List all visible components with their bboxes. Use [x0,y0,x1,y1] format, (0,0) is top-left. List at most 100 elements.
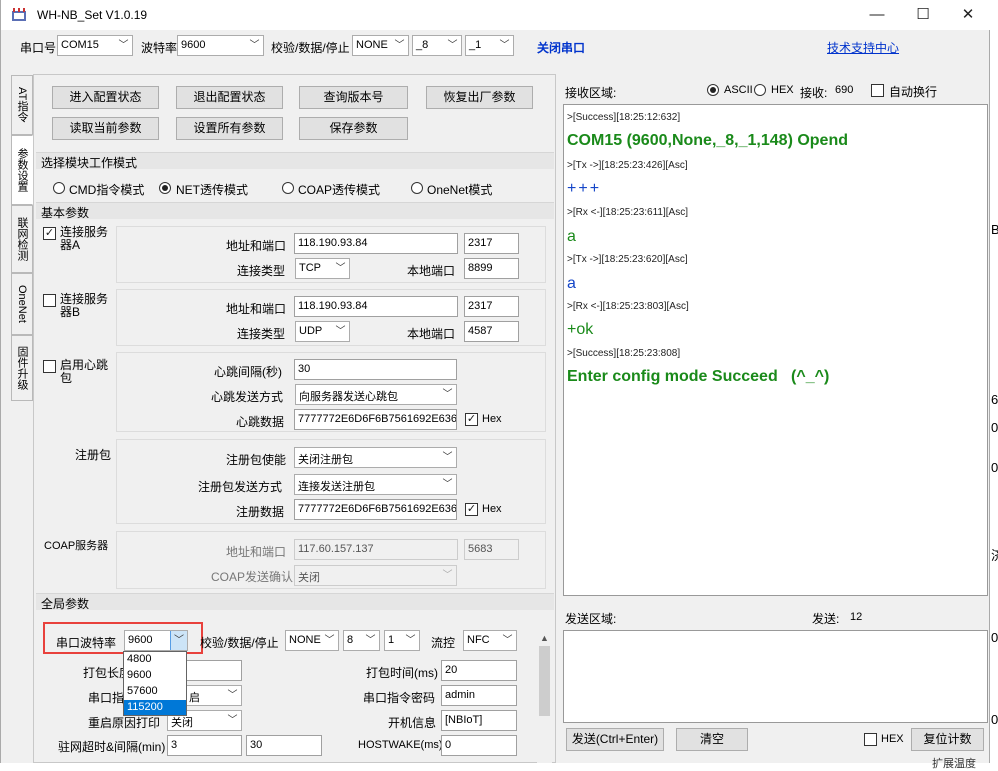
pack-time-input[interactable]: 20 [441,660,517,681]
background-strip [990,0,998,763]
exit-config-button[interactable]: 退出配置状态 [176,86,283,109]
chevron-down-icon: ﹀ [394,40,405,51]
server-a-type-select[interactable]: TCP ﹀ [295,258,350,279]
send-input-area[interactable] [563,630,988,723]
factory-reset-button[interactable]: 恢复出厂参数 [426,86,533,109]
send-hex-checkbox[interactable] [864,733,877,746]
scroll-thumb[interactable] [539,646,550,716]
global-stopbits-select[interactable]: 1 ﹀ [384,630,420,651]
register-method-select[interactable]: 连接发送注册包 ﹀ [294,474,457,495]
port-select[interactable]: COM15 ﹀ [57,35,133,56]
tab-at-command[interactable]: AT指令 [11,75,33,135]
server-b-addr-input[interactable]: 118.190.93.84 [294,296,458,317]
radio-ascii-label: ASCII [724,84,753,96]
timeout-input-1[interactable]: 3 [167,735,242,756]
hostwake-label: HOSTWAKE(ms) [358,739,443,751]
tab-network-check[interactable]: 联网检测 [11,205,33,273]
app-window: WH-NB_Set V1.0.19 — ☐ ✕ 串口号 COM15 ﹀ 波特率 … [0,0,991,763]
read-params-button[interactable]: 读取当前参数 [52,117,159,140]
set-all-params-button[interactable]: 设置所有参数 [176,117,283,140]
minimize-button[interactable]: — [854,0,900,30]
databits-value: _8 [416,39,429,51]
server-a-addr-input[interactable]: 118.190.93.84 [294,233,458,254]
heartbeat-interval-label: 心跳间隔(秒) [214,365,282,379]
chevron-down-icon: ﹀ [227,690,238,701]
register-enable-select[interactable]: 关闭注册包 ﹀ [294,447,457,468]
coap-port-input[interactable]: 5683 [464,539,519,560]
server-b-port-input[interactable]: 2317 [464,296,519,317]
coap-addr-input[interactable]: 117.60.157.137 [294,539,458,560]
heartbeat-method-select[interactable]: 向服务器发送心跳包 ﹀ [295,384,457,405]
server-b-type-label: 连接类型 [237,327,286,341]
close-window-button[interactable]: ✕ [945,0,991,30]
send-button[interactable]: 发送(Ctrl+Enter) [566,728,664,751]
heartbeat-checkbox[interactable] [43,360,56,373]
cmd-pwd-input[interactable]: admin [441,685,517,706]
query-version-button[interactable]: 查询版本号 [299,86,408,109]
tab-firmware-upgrade[interactable]: 固件升级 [11,335,33,401]
boot-info-input[interactable]: [NBIoT] [441,710,517,731]
close-port-button[interactable]: 关闭串口 [537,39,585,56]
baud-option[interactable]: 57600 [124,684,186,700]
global-scrollbar[interactable]: ▲ [537,630,552,763]
chevron-down-icon: ﹀ [249,40,260,51]
radio-onenet-mode[interactable] [411,182,423,194]
server-b-local-port-input[interactable]: 4587 [464,321,519,342]
clear-button[interactable]: 清空 [676,728,748,751]
stopbits-select[interactable]: _1 ﹀ [465,35,514,56]
send-title: 发送区域: [565,612,617,626]
coap-confirm-select[interactable]: 关闭 ﹀ [294,565,457,586]
enter-config-button[interactable]: 进入配置状态 [52,86,159,109]
register-data-input[interactable]: 7777772E6D6F6B7561692E636E [294,499,457,520]
maximize-button[interactable]: ☐ [900,0,946,30]
baud-option[interactable]: 4800 [124,652,186,668]
heartbeat-data-input[interactable]: 7777772E6D6F6B7561692E636E [294,409,457,430]
server-a-port-input[interactable]: 2317 [464,233,519,254]
global-databits-select[interactable]: 8 ﹀ [343,630,380,651]
restart-value: 关闭 [171,717,193,729]
server-a-checkbox[interactable]: ✓ [43,227,56,240]
send-count-label: 发送: [812,612,840,626]
radio-cmd-mode[interactable] [53,182,65,194]
mode-section-title: 选择模块工作模式 [41,156,138,170]
save-params-button[interactable]: 保存参数 [299,117,408,140]
bg-char: 6 [991,392,998,407]
databits-select[interactable]: _8 ﹀ [412,35,462,56]
tab-param-settings[interactable]: 参数设置 [11,135,33,205]
register-hex-checkbox[interactable]: ✓ [465,503,478,516]
scroll-up-icon[interactable]: ▲ [537,630,552,646]
reset-count-button[interactable]: 复位计数 [911,728,984,751]
global-parity-select[interactable]: NONE ﹀ [285,630,339,651]
title-bar: WH-NB_Set V1.0.19 — ☐ ✕ [1,0,991,30]
radio-coap-mode[interactable] [282,182,294,194]
radio-ascii[interactable] [707,84,719,96]
chevron-down-icon: ﹀ [502,635,513,646]
heartbeat-interval-input[interactable]: 30 [294,359,457,380]
heartbeat-method-value: 向服务器发送心跳包 [299,391,398,403]
receive-count-label: 接收: [800,86,828,100]
tab-onenet[interactable]: OneNet [11,273,33,335]
support-link[interactable]: 技术支持中心 [827,39,899,56]
receive-line: >[Success][18:25:23:808] [567,348,681,359]
server-b-checkbox[interactable] [43,294,56,307]
timeout-input-2[interactable]: 30 [246,735,322,756]
radio-net-mode[interactable] [159,182,171,194]
coap-label: COAP服务器 [44,540,109,552]
global-flow-select[interactable]: NFC ﹀ [463,630,517,651]
hostwake-input[interactable]: 0 [441,735,517,756]
server-a-local-port-input[interactable]: 8899 [464,258,519,279]
auto-wrap-checkbox[interactable] [871,84,884,97]
baud-select[interactable]: 9600 ﹀ [177,35,264,56]
register-method-label: 注册包发送方式 [198,480,283,494]
heartbeat-hex-checkbox[interactable]: ✓ [465,413,478,426]
radio-hex[interactable] [754,84,766,96]
baud-option[interactable]: 9600 [124,668,186,684]
heartbeat-label: 启用心跳包 [60,358,109,385]
bg-char: B [991,222,998,237]
port-label: 串口号 [20,41,57,55]
server-b-type-select[interactable]: UDP ﹀ [295,321,350,342]
parity-select[interactable]: NONE ﹀ [352,35,409,56]
bg-char: 0 [991,460,998,475]
send-hex-label: HEX [881,733,904,745]
baud-option-selected[interactable]: 115200 [124,700,186,715]
